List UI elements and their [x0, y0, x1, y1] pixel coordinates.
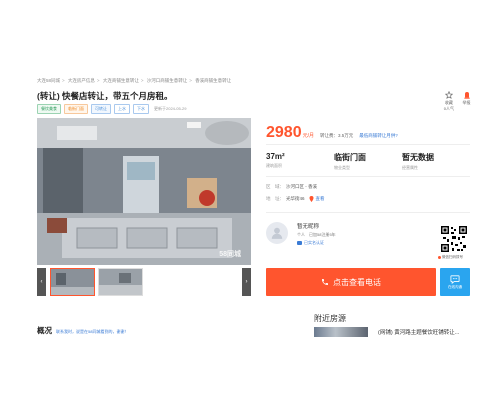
breadcrumb-item[interactable]: 大连58同城 [37, 78, 60, 83]
nearby-heading: 附近房源 [314, 314, 346, 323]
prev-arrow-button[interactable]: ‹ [37, 268, 46, 296]
stat-value: 临街门面 [334, 153, 366, 162]
breadcrumb: 大连58同城 > 大连房产信息 > 大连商铺生意转让 > 沙河口商铺生意转让 > 香溪商… [37, 78, 232, 83]
tag: 餐饮美食 [37, 104, 61, 114]
stat-label: 物业类型 [334, 165, 350, 170]
online-chat-button[interactable]: 在线沟通 [440, 268, 470, 296]
publish-date: 更新于2024-05-29 [154, 106, 187, 111]
thumbnail[interactable] [98, 268, 143, 296]
tag: 临街门面 [64, 104, 88, 114]
stat-area: 37m² 建筑面积 [266, 152, 334, 171]
tag: 上水 [114, 104, 130, 114]
header-actions: 收藏 0人气 举报 [444, 90, 471, 112]
address-key: 地 址： [266, 196, 284, 201]
nearby-listing[interactable]: (网铺) 黄河路主题餐饮旺铺转让... [314, 327, 459, 337]
qr-code [440, 225, 468, 253]
stat-label: 建筑面积 [266, 163, 282, 168]
transfer-fee: 转让费：3.5万元 [319, 133, 354, 138]
area-key: 区 域： [266, 184, 284, 189]
tag: 可转让 [91, 104, 111, 114]
divider [266, 176, 470, 177]
thumbnail[interactable] [50, 268, 95, 296]
phone-dot-icon [438, 256, 441, 259]
report-button[interactable]: 举报 [462, 90, 471, 112]
next-arrow-button[interactable]: › [242, 268, 251, 296]
star-icon [444, 90, 453, 99]
breadcrumb-item[interactable]: 沙河口商铺生意转让 [147, 78, 188, 83]
stat-value: 暂无数据 [402, 153, 434, 162]
tag-list: 餐饮美食 临街门面 可转让 上水 下水 更新于2024-05-29 [37, 104, 186, 114]
stat-type: 临街门面 物业类型 [334, 152, 402, 171]
thumbnail-image [51, 269, 94, 295]
overview-section: 概况 联系我时，说是在58同城看到的，谢谢！ [37, 325, 128, 336]
favorite-count: 0人气 [443, 106, 454, 111]
area-value[interactable]: 沙河口区 - 香溪 [286, 184, 317, 190]
thumbnail-image [99, 269, 142, 295]
view-phone-label: 点击查看电话 [333, 277, 381, 287]
online-chat-label: 在线沟通 [448, 284, 462, 289]
nearby-listing-title: (网铺) 黄河路主题餐饮旺铺转让... [378, 330, 460, 336]
overview-note: 联系我时，说是在58同城看到的，谢谢！ [56, 329, 129, 334]
stat-business: 暂无数据 经营属性 [402, 152, 470, 171]
main-photo[interactable]: 58同城 [37, 118, 251, 265]
tag: 下水 [133, 104, 149, 114]
overview-heading: 概况 [37, 326, 52, 335]
map-link[interactable]: 查看 [316, 196, 325, 202]
breadcrumb-item[interactable]: 大连房产信息 [68, 78, 95, 83]
view-phone-button[interactable]: 点击查看电话 [266, 268, 436, 296]
area-row: 区 域： 沙河口区 - 香溪 [266, 184, 317, 190]
breadcrumb-item[interactable]: 香溪商铺生意转让 [195, 78, 231, 83]
agent-card: 暂无昵称 个人 已加58注册5年 已实名认证 [266, 222, 336, 246]
stat-label: 经营属性 [402, 165, 418, 170]
nearby-listing-thumbnail [314, 327, 368, 337]
stat-value: 37m² [266, 152, 285, 161]
phone-icon [322, 279, 328, 285]
kitchen-photo [37, 118, 251, 265]
price-row: 2980 元/月 转让费：3.5万元 最低商铺转让月供? [266, 124, 398, 142]
price-amount: 2980 [266, 124, 302, 141]
address-value: 光华街46 [286, 196, 305, 201]
page-title: (转让) 快餐店转让，带五个月房租。 [37, 91, 173, 101]
divider [266, 212, 470, 213]
verified-badge: 已实名认证 [297, 240, 336, 246]
qr-caption: 微信扫码拨号 [438, 255, 463, 260]
verified-label: 已实名认证 [304, 240, 324, 245]
location-pin-icon [309, 196, 314, 202]
agent-meta: 个人 已加58注册5年 [297, 232, 336, 237]
report-icon [462, 90, 471, 99]
watermark-58: 58同城 [219, 251, 241, 258]
price-unit: 元/月 [302, 133, 314, 139]
report-label: 举报 [462, 100, 471, 105]
payment-calc-link[interactable]: 最低商铺转让月供? [359, 133, 398, 139]
id-card-icon [297, 241, 302, 245]
divider [266, 144, 470, 145]
agent-name: 暂无昵称 [297, 224, 320, 230]
chat-bubble-icon [450, 274, 460, 284]
avatar [266, 222, 288, 244]
address-row: 地 址： 光华街46 查看 [266, 196, 325, 202]
favorite-button[interactable]: 收藏 0人气 [444, 90, 454, 112]
thumbnail-carousel: ‹ › [37, 268, 251, 296]
breadcrumb-item[interactable]: 大连商铺生意转让 [103, 78, 139, 83]
key-stats: 37m² 建筑面积 临街门面 物业类型 暂无数据 经营属性 [266, 152, 470, 171]
qr-caption-text: 微信扫码拨号 [442, 255, 463, 259]
user-icon [271, 227, 283, 239]
